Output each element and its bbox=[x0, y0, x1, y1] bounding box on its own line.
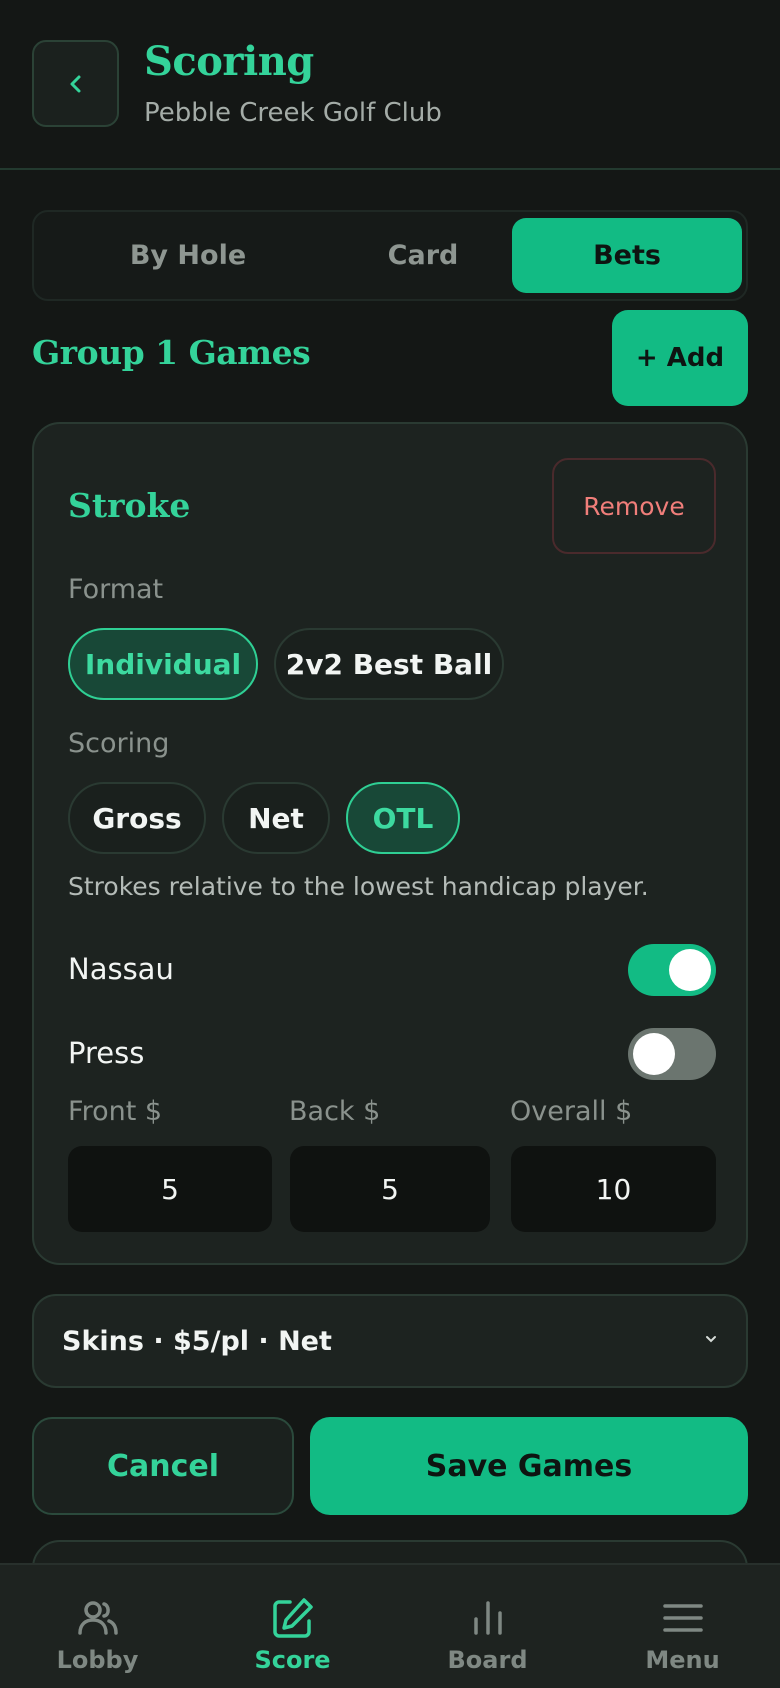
view-tabs: By Hole Card Bets bbox=[32, 210, 748, 301]
game-title: Stroke bbox=[68, 486, 191, 525]
back-amount-input[interactable]: 5 bbox=[290, 1146, 490, 1232]
chevron-left-icon bbox=[70, 75, 80, 92]
game-card-stroke: Stroke Remove Format Individual 2v2 Best… bbox=[32, 422, 748, 1265]
format-option-2v2-best-ball[interactable]: 2v2 Best Ball bbox=[274, 628, 504, 700]
remove-game-button[interactable]: Remove bbox=[552, 458, 716, 554]
nassau-label: Nassau bbox=[68, 952, 174, 986]
nav-board[interactable]: Board bbox=[390, 1565, 585, 1688]
bottom-nav: Lobby Score Board Menu bbox=[0, 1563, 780, 1688]
nav-label: Lobby bbox=[56, 1646, 139, 1674]
app-header: Scoring Pebble Creek Golf Club bbox=[0, 0, 780, 170]
users-icon bbox=[78, 1601, 118, 1635]
chevron-down-icon bbox=[706, 1336, 716, 1343]
scoring-option-otl[interactable]: OTL bbox=[346, 782, 460, 854]
back-button[interactable] bbox=[32, 40, 119, 127]
bar-chart-icon bbox=[474, 1601, 502, 1635]
scoring-hint: Strokes relative to the lowest handicap … bbox=[68, 872, 649, 901]
overall-amount-input[interactable]: 10 bbox=[511, 1146, 716, 1232]
add-game-button[interactable]: + Add bbox=[612, 310, 748, 406]
nav-lobby[interactable]: Lobby bbox=[0, 1565, 195, 1688]
page-title: Scoring bbox=[144, 38, 314, 85]
tab-bets[interactable]: Bets bbox=[512, 218, 742, 293]
nav-menu[interactable]: Menu bbox=[585, 1565, 780, 1688]
front-amount-input[interactable]: 5 bbox=[68, 1146, 272, 1232]
tab-card[interactable]: Card bbox=[308, 218, 538, 293]
nav-label: Board bbox=[447, 1646, 528, 1674]
overall-amount-label: Overall $ bbox=[510, 1096, 633, 1127]
tab-by-hole[interactable]: By Hole bbox=[73, 218, 303, 293]
page-subtitle: Pebble Creek Golf Club bbox=[144, 98, 442, 128]
scoring-option-gross[interactable]: Gross bbox=[68, 782, 206, 854]
toggle-knob bbox=[669, 949, 711, 991]
scoring-label: Scoring bbox=[68, 728, 170, 759]
press-toggle[interactable] bbox=[628, 1028, 716, 1080]
nav-score[interactable]: Score bbox=[195, 1565, 390, 1688]
back-amount-label: Back $ bbox=[289, 1096, 381, 1127]
save-games-button[interactable]: Save Games bbox=[310, 1417, 748, 1515]
format-label: Format bbox=[68, 574, 164, 605]
skins-summary: Skins · $5/pl · Net bbox=[62, 1326, 332, 1357]
group-title: Group 1 Games bbox=[32, 333, 311, 372]
front-amount-label: Front $ bbox=[68, 1096, 163, 1127]
skins-game-row[interactable]: Skins · $5/pl · Net bbox=[32, 1294, 748, 1388]
scoring-option-net[interactable]: Net bbox=[222, 782, 330, 854]
toggle-knob bbox=[633, 1033, 675, 1075]
format-option-individual[interactable]: Individual bbox=[68, 628, 258, 700]
edit-icon bbox=[273, 1598, 313, 1638]
menu-icon bbox=[663, 1604, 703, 1632]
press-label: Press bbox=[68, 1036, 145, 1070]
nassau-toggle[interactable] bbox=[628, 944, 716, 996]
nav-label: Menu bbox=[645, 1646, 720, 1674]
cancel-button[interactable]: Cancel bbox=[32, 1417, 294, 1515]
nav-label: Score bbox=[254, 1646, 331, 1674]
